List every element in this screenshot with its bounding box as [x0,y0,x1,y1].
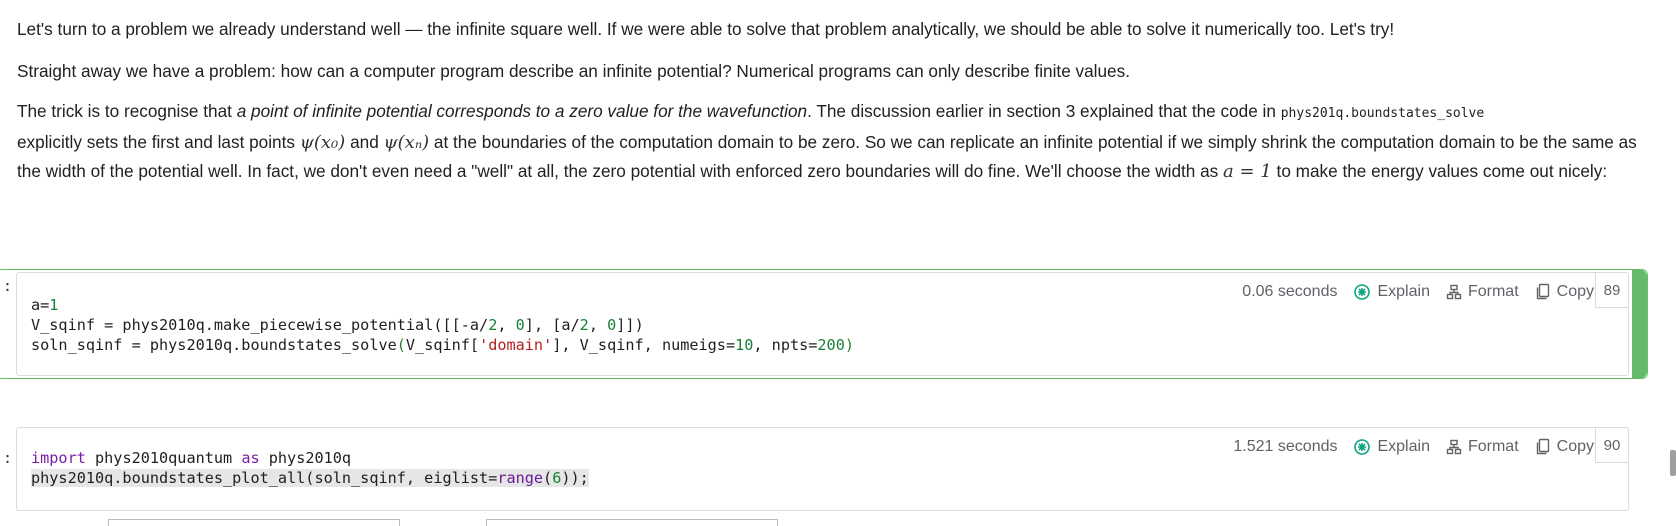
code-editor[interactable]: a=1 V_sqinf = phys2010q.make_piecewise_p… [31,295,854,355]
execution-time: 1.521 seconds [1233,438,1338,455]
copy-icon [1535,438,1551,456]
output-widget-2 [486,519,778,526]
markdown-paragraph-3: The trick is to recognise that a point o… [17,101,1637,182]
copy-button[interactable]: Copy [1535,283,1594,301]
format-icon [1446,284,1462,300]
copy-button[interactable]: Copy [1535,438,1594,456]
inline-code: phys201q.boundstates_solve [1280,106,1485,121]
scrollbar-thumb[interactable] [1670,450,1676,476]
cell-toolbar: 1.521 seconds Explain Format Copy [1233,438,1594,456]
math-psi-x0: ψ(x₀) [299,132,346,153]
output-widget-1 [108,519,400,526]
format-icon [1446,439,1462,455]
cell-toolbar: 0.06 seconds Explain Format Copy [1242,283,1594,301]
execution-count: 89 [1595,273,1628,308]
explain-button[interactable]: Explain [1353,283,1430,301]
markdown-paragraph-2: Straight away we have a problem: how can… [17,61,1130,81]
explain-button[interactable]: Explain [1353,438,1430,456]
format-button[interactable]: Format [1446,438,1519,456]
emphasis-text: a point of infinite potential correspond… [236,101,808,121]
execution-count: 90 [1595,428,1628,463]
code-cell-89[interactable]: : a=1 V_sqinf = phys2010q.make_piecewise… [3,272,1629,376]
openai-icon [1353,283,1371,301]
cell-prompt: : [3,277,13,295]
cell-prompt: : [3,449,13,467]
math-a-equals-1: a = 1 [1223,161,1272,182]
code-editor[interactable]: import phys2010quantum as phys2010q phys… [31,448,589,488]
math-psi-xn: ψ(xₙ) [383,132,430,153]
markdown-paragraph-1: Let's turn to a problem we already under… [17,19,1395,39]
execution-time: 0.06 seconds [1242,283,1338,300]
active-cell-indicator [1632,269,1647,379]
format-button[interactable]: Format [1446,283,1519,301]
copy-icon [1535,283,1551,301]
openai-icon [1353,438,1371,456]
code-cell-90[interactable]: : import phys2010quantum as phys2010q ph… [3,427,1629,511]
